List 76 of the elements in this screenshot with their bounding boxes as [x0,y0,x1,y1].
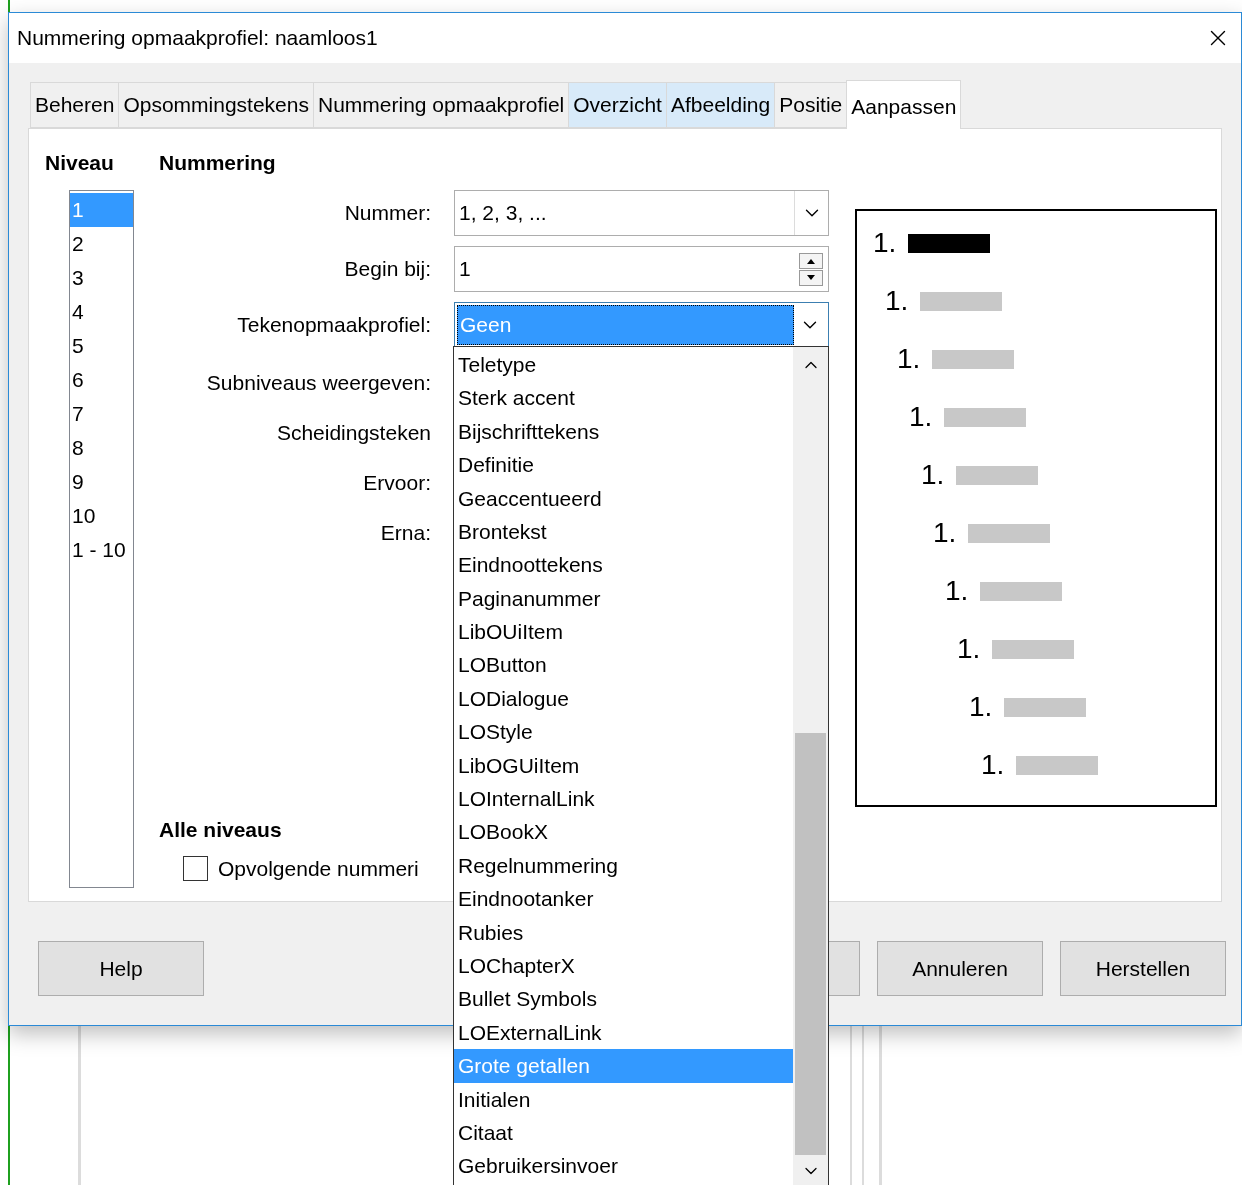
dropdown-option[interactable]: Definitie [454,448,793,482]
tab[interactable]: Afbeelding [665,82,776,128]
field-value: 1 [458,256,472,283]
dropdown-option[interactable]: Gebruikersinvoer [454,1149,793,1183]
level-list-item[interactable]: 8 [70,431,133,465]
level-list-item[interactable]: 7 [70,397,133,431]
dropdown-option[interactable]: Initialen [454,1082,793,1116]
tab[interactable]: Opsommingstekens [118,82,314,128]
dropdown-option[interactable]: LibOGUiItem [454,748,793,783]
section-heading: Alle niveaus [159,817,282,844]
level-list-item[interactable]: 2 [70,227,133,261]
dropdown-option[interactable]: Bijschrifttekens [454,414,793,449]
field-value: 1, 2, 3, ... [458,200,548,227]
dialog-button[interactable]: Help [38,941,204,996]
level-list-item[interactable]: 6 [70,363,133,397]
number-label: 1. [969,690,993,724]
dropdown-option[interactable]: Bullet Symbols [454,982,793,1016]
field-value: Geen [460,312,512,339]
dropdown-option[interactable]: Citaat [454,1116,793,1150]
dropdown-option[interactable]: Paginanummer [454,581,793,616]
dropdown-option[interactable]: Brontekst [454,514,793,549]
dropdown-option[interactable]: Teletype [454,348,793,382]
spin-up-icon[interactable] [799,252,823,269]
field-label: Subniveaus weergeven: [206,370,431,397]
tab[interactable]: Nummering opmaakprofiel [313,82,570,128]
dropdown-option[interactable]: LOExternalLink [454,1015,793,1050]
section-heading: Nummering [159,150,276,177]
tab[interactable]: Overzicht [568,82,667,128]
dropdown-option[interactable]: Eindnootanker [454,882,793,916]
checkbox-label: Opvolgende nummeri [218,856,419,882]
dropdown-option[interactable]: LOButton [454,648,793,682]
tab[interactable]: Aanpassen [846,80,962,129]
dropdown-option[interactable]: LibOUiItem [454,615,793,649]
dropdown-option[interactable]: Rubies [454,915,793,950]
dropdown-option[interactable]: LODialogue [454,681,793,716]
field-label: Begin bij: [344,256,431,283]
field-label: Ervoor: [363,470,431,497]
checkbox[interactable] [183,856,208,882]
dropdown-option[interactable]: LOChapterX [454,949,793,983]
number-label: 1. [873,226,897,260]
field-label: Erna: [380,520,431,547]
scrollbar-thumb[interactable] [795,733,826,1155]
field-label: Tekenopmaakprofiel: [237,312,431,339]
spin-down-icon[interactable] [799,269,823,286]
number-label: 1. [885,284,909,318]
dialog-button[interactable]: Herstellen [1060,941,1226,996]
level-list-item[interactable]: 1 - 10 [70,533,133,567]
tab[interactable]: Beheren [30,82,120,128]
window-title: Nummering opmaakprofiel: naamloos1 [17,25,378,52]
dropdown-option[interactable]: Eindnoottekens [454,548,793,582]
number-label: 1. [945,574,969,608]
dropdown-option[interactable]: LOStyle [454,715,793,749]
scrollbar[interactable] [793,347,828,1185]
dropdown-option[interactable]: Regelnummering [454,848,793,883]
dialog-button[interactable]: Annuleren [877,941,1043,996]
section-heading: Niveau [45,150,114,177]
level-list-item[interactable]: 4 [70,295,133,329]
level-list-item[interactable]: 9 [70,465,133,499]
number-label: 1. [909,400,933,434]
level-list-item[interactable]: 5 [70,329,133,363]
number-label: 1. [897,342,921,376]
dropdown-field[interactable]: 1, 2, 3, ... [454,190,829,236]
dropdown-option[interactable]: LOInternalLink [454,782,793,816]
field-label: Scheidingsteken [276,420,431,447]
dropdown-option[interactable]: LOBookX [454,815,793,849]
level-list-item[interactable]: 3 [70,261,133,295]
field-label: Nummer: [344,200,431,227]
level-list-item[interactable]: 10 [70,499,133,533]
number-label: 1. [933,516,957,550]
spin-field[interactable]: 1 [454,246,829,292]
dropdown-option[interactable]: Geaccentueerd [454,481,793,515]
tab[interactable]: Positie [774,82,848,128]
dropdown-option[interactable]: Sterk accent [454,381,793,415]
number-label: 1. [981,748,1005,782]
number-label: 1. [957,632,981,666]
number-label: 1. [921,458,945,492]
